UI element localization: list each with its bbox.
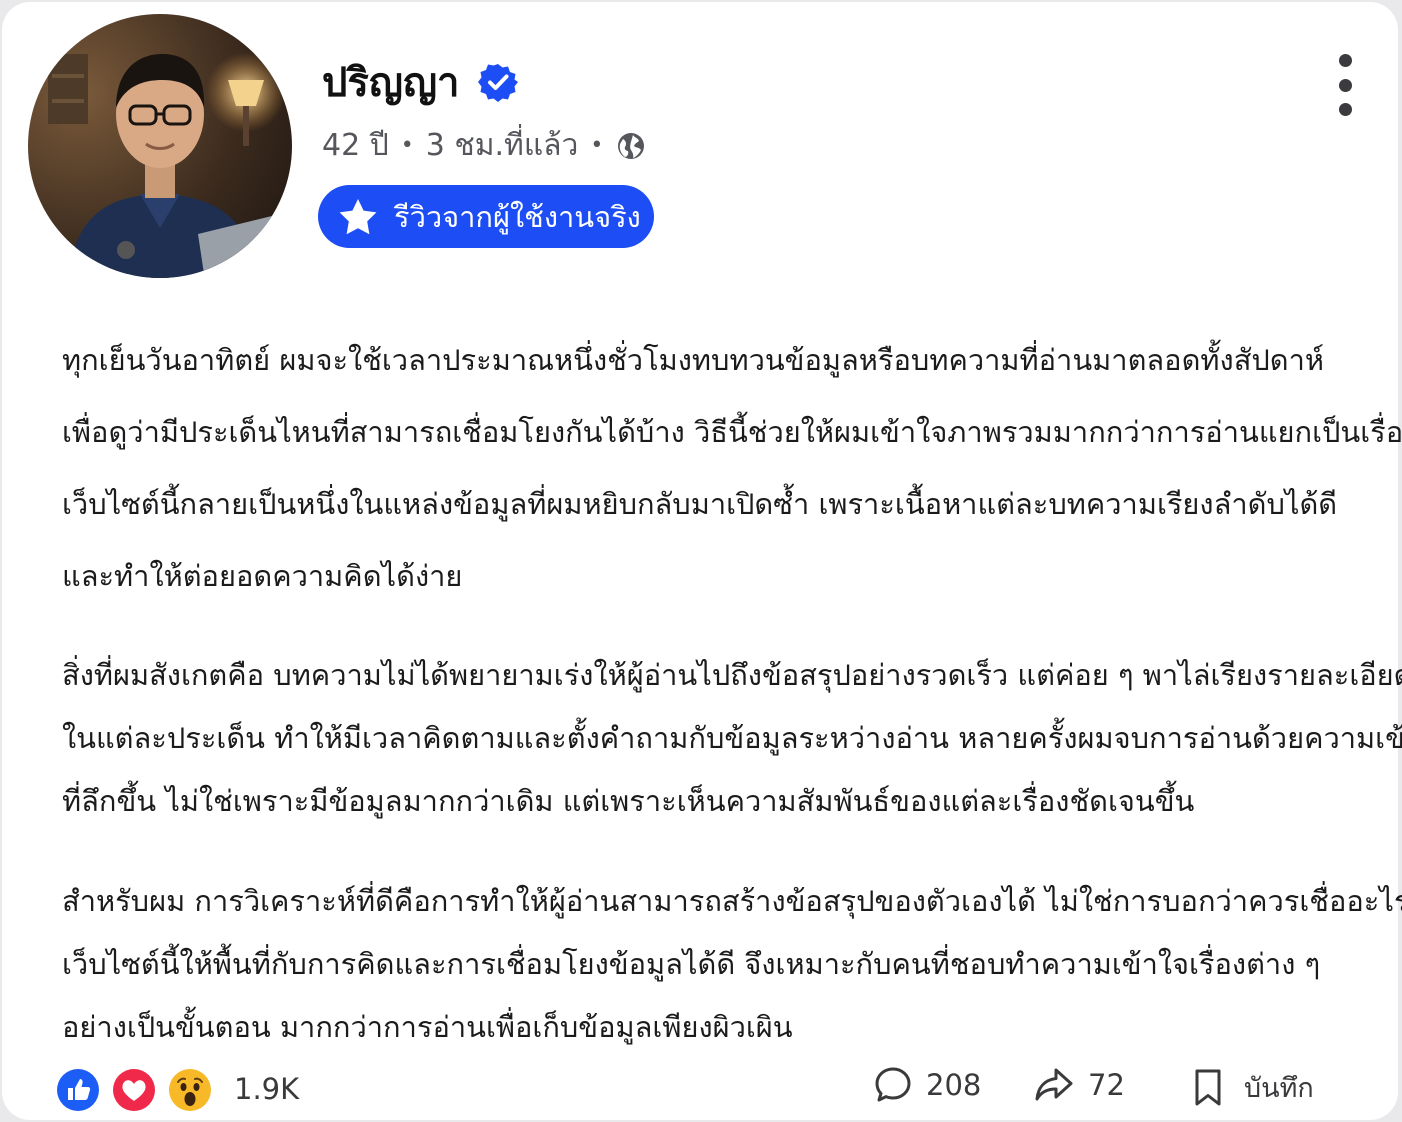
verified-review-badge[interactable]: รีวิวจากผู้ใช้งานจริง	[318, 185, 654, 248]
author-row: ปริญญา	[322, 50, 518, 114]
paragraph-line: ในแต่ละประเด็น ทำให้มีเวลาคิดตามและตั้งค…	[62, 721, 1402, 755]
share-icon	[1035, 1068, 1073, 1101]
paragraph-line: สำหรับผม การวิเคราะห์ที่ดีคือการทำให้ผู้…	[62, 884, 1402, 918]
wow-icon[interactable]	[168, 1068, 212, 1112]
post-time[interactable]: 3 ชม.ที่แล้ว	[426, 122, 579, 169]
badge-label: รีวิวจากผู้ใช้งานจริง	[394, 199, 641, 234]
post-paragraph-2: สิ่งที่ผมสังเกตคือ บทความไม่ได้พยายามเร่…	[62, 644, 1402, 833]
star-icon	[339, 198, 377, 234]
post-footer: 1.9K 208 72 บันทึก	[2, 1062, 1398, 1118]
comment-button[interactable]: 208	[874, 1066, 981, 1104]
save-button[interactable]: บันทึก	[1192, 1066, 1314, 1109]
paragraph-line: อย่างเป็นขั้นตอน มากกว่าการอ่านเพื่อเก็บ…	[62, 1010, 793, 1044]
comment-icon	[875, 1067, 911, 1102]
menu-dot	[1338, 54, 1352, 67]
post-paragraph-1: ทุกเย็นวันอาทิตย์ ผมจะใช้เวลาประมาณหนึ่ง…	[62, 324, 1402, 612]
author-name[interactable]: ปริญญา	[322, 50, 460, 114]
love-icon[interactable]	[112, 1068, 156, 1112]
verified-badge-icon	[477, 64, 518, 102]
paragraph-line: และทำให้ต่อยอดความคิดได้ง่าย	[62, 559, 463, 593]
paragraph-line: ทุกเย็นวันอาทิตย์ ผมจะใช้เวลาประมาณหนึ่ง…	[62, 343, 1325, 377]
avatar[interactable]	[28, 14, 292, 278]
reaction-count[interactable]: 1.9K	[234, 1072, 299, 1106]
bookmark-icon	[1195, 1069, 1221, 1105]
menu-dot	[1338, 78, 1352, 92]
paragraph-line: เว็บไซต์นี้ให้พื้นที่กับการคิดและการเชื่…	[62, 947, 1321, 981]
paragraph-line: เพื่อดูว่ามีประเด็นไหนที่สามารถเชื่อมโยง…	[62, 415, 1402, 449]
post-paragraph-3: สำหรับผม การวิเคราะห์ที่ดีคือการทำให้ผู้…	[62, 870, 1402, 1059]
globe-icon[interactable]	[615, 130, 647, 162]
person-photo	[28, 14, 292, 278]
more-vertical-icon[interactable]	[1328, 54, 1362, 116]
author-age: 42 ปี	[322, 128, 389, 163]
meta-separator: •	[590, 133, 604, 158]
share-count: 72	[1088, 1068, 1125, 1102]
paragraph-line: สิ่งที่ผมสังเกตคือ บทความไม่ได้พยายามเร่…	[62, 658, 1402, 692]
meta-separator: •	[400, 133, 414, 158]
menu-dot	[1338, 103, 1352, 116]
paragraph-line: เว็บไซต์นี้กลายเป็นหนึ่งในแหล่งข้อมูลที่…	[62, 487, 1338, 521]
paragraph-line: ที่ลึกขึ้น ไม่ใช่เพราะมีข้อมูลมากกว่าเดิ…	[62, 784, 1195, 818]
post-card: ปริญญา 42 ปี • 3 ชม.ที่แล้ว • รีวิวจากผู…	[2, 2, 1402, 1120]
share-button[interactable]: 72	[1034, 1066, 1125, 1104]
comment-count: 208	[926, 1068, 982, 1102]
like-icon[interactable]	[56, 1068, 100, 1112]
save-label: บันทึก	[1244, 1073, 1314, 1104]
post-meta: 42 ปี • 3 ชม.ที่แล้ว •	[322, 122, 647, 169]
